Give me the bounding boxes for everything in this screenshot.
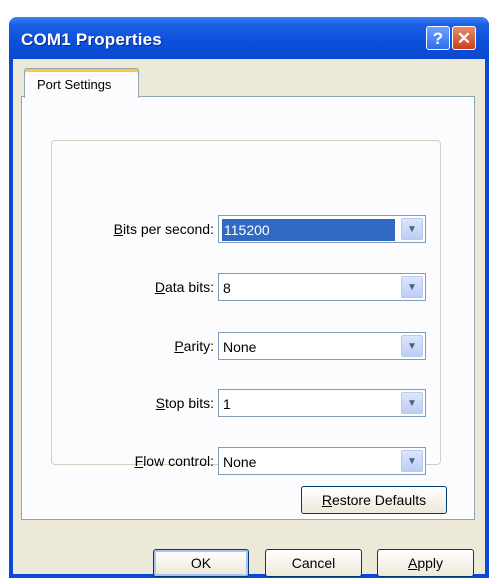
dialog-window: COM1 Properties ? ✕ Port Settings Bits p… xyxy=(9,17,489,578)
parity-value: None xyxy=(223,339,257,355)
help-icon: ? xyxy=(432,29,444,48)
bits-per-second-row: Bits per second: 115200 ▼ xyxy=(22,215,476,243)
dialog-client: Port Settings Bits per second: 115200 ▼ … xyxy=(13,59,485,577)
chevron-down-icon[interactable]: ▼ xyxy=(401,392,423,414)
parity-row: Parity: None ▼ xyxy=(22,332,476,360)
flow-control-value: None xyxy=(223,454,257,470)
restore-defaults-button[interactable]: Restore Defaults xyxy=(301,486,447,514)
chevron-down-icon[interactable]: ▼ xyxy=(401,335,423,357)
flow-control-label: Flow control: xyxy=(134,453,214,469)
bits-per-second-label: Bits per second: xyxy=(113,221,214,237)
cancel-button[interactable]: Cancel xyxy=(265,549,362,577)
stop-bits-label: Stop bits: xyxy=(155,395,214,411)
tab-panel: Bits per second: 115200 ▼ Data bits: 8 ▼… xyxy=(21,96,475,520)
flow-control-row: Flow control: None ▼ xyxy=(22,447,476,475)
stop-bits-row: Stop bits: 1 ▼ xyxy=(22,389,476,417)
chevron-down-icon[interactable]: ▼ xyxy=(401,450,423,472)
parity-label: Parity: xyxy=(174,338,214,354)
data-bits-label: Data bits: xyxy=(154,279,214,295)
apply-button[interactable]: Apply xyxy=(377,549,474,577)
bits-per-second-select[interactable]: 115200 ▼ xyxy=(218,215,426,243)
data-bits-value: 8 xyxy=(223,280,231,296)
close-button[interactable]: ✕ xyxy=(452,26,476,50)
stop-bits-value: 1 xyxy=(223,396,231,412)
title-bar[interactable]: COM1 Properties ? ✕ xyxy=(9,17,489,59)
ok-button[interactable]: OK xyxy=(153,549,249,577)
flow-control-select[interactable]: None ▼ xyxy=(218,447,426,475)
window-title: COM1 Properties xyxy=(21,30,162,49)
parity-select[interactable]: None ▼ xyxy=(218,332,426,360)
tab-port-settings[interactable]: Port Settings xyxy=(24,68,139,98)
chevron-down-icon[interactable]: ▼ xyxy=(401,218,423,240)
data-bits-row: Data bits: 8 ▼ xyxy=(22,273,476,301)
tab-label: Port Settings xyxy=(37,77,112,92)
close-icon: ✕ xyxy=(456,29,472,48)
chevron-down-icon[interactable]: ▼ xyxy=(401,276,423,298)
help-button[interactable]: ? xyxy=(426,26,450,50)
bits-per-second-value: 115200 xyxy=(222,219,395,241)
data-bits-select[interactable]: 8 ▼ xyxy=(218,273,426,301)
stop-bits-select[interactable]: 1 ▼ xyxy=(218,389,426,417)
